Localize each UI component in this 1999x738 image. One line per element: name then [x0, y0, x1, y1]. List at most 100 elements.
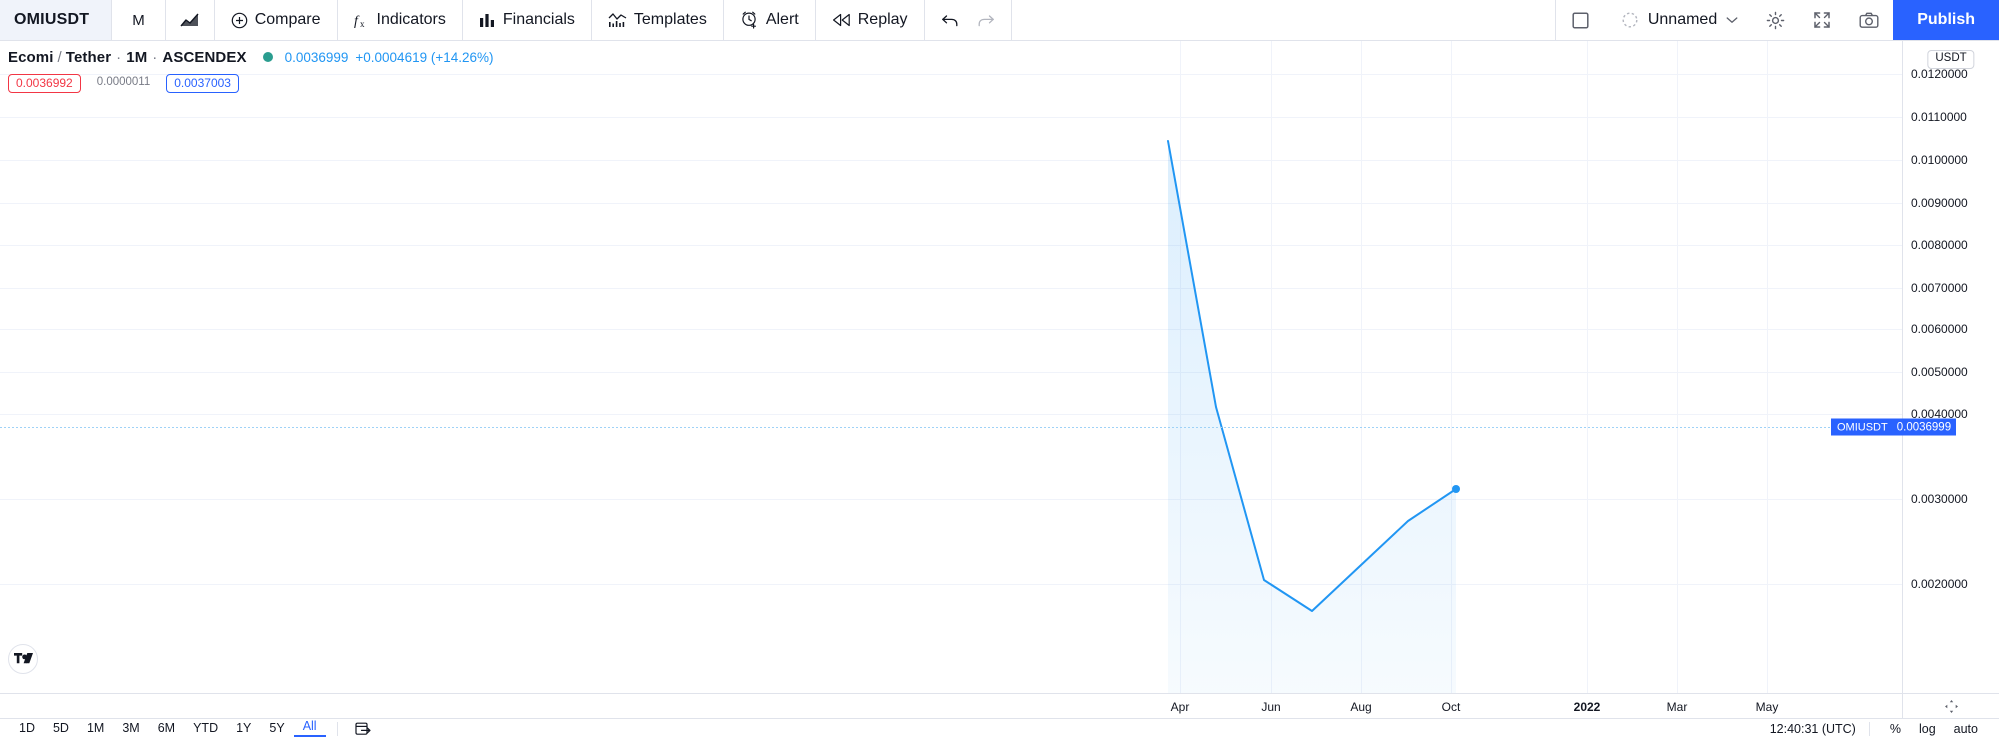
- current-price-value: 0.0036999: [1896, 421, 1952, 433]
- legend-exchange[interactable]: ASCENDEX: [162, 49, 246, 66]
- chart-legend: Ecomi / Tether · 1M · ASCENDEX 0.0036999…: [8, 47, 494, 93]
- chart-type-button[interactable]: [166, 0, 215, 40]
- legend-quote-row: 0.0036992 0.0000011 0.0037003: [8, 73, 494, 93]
- bottom-divider-2: [1868, 721, 1870, 736]
- time-tick: May: [1755, 700, 1779, 714]
- price-tick: 0.0060000: [1911, 322, 1968, 336]
- undo-redo-group: [925, 0, 1012, 40]
- financials-button[interactable]: Financials: [463, 0, 592, 40]
- price-tick: 0.0090000: [1911, 196, 1968, 210]
- layout-name-label: Unnamed: [1647, 11, 1718, 28]
- undo-arrow-icon[interactable]: [941, 13, 959, 28]
- snapshot-button[interactable]: [1845, 0, 1893, 40]
- replay-rewind-icon: [832, 13, 851, 27]
- range-button-6m[interactable]: 6M: [149, 722, 184, 735]
- ask-price-badge[interactable]: 0.0037003: [166, 73, 239, 93]
- alert-button[interactable]: Alert: [724, 0, 816, 40]
- legend-quote-symbol[interactable]: Tether: [66, 49, 111, 66]
- price-tick: 0.0080000: [1911, 238, 1968, 252]
- time-range-group: 1D 5D 1M 3M 6M YTD 1Y 5Y All: [0, 719, 377, 738]
- time-axis-settings-icon: [1944, 699, 1959, 714]
- plus-circle-icon: [231, 12, 248, 29]
- templates-label: Templates: [633, 11, 707, 28]
- bid-price-badge[interactable]: 0.0036992: [8, 73, 81, 93]
- gear-icon: [1766, 11, 1785, 30]
- legend-title-row: Ecomi / Tether · 1M · ASCENDEX 0.0036999…: [8, 47, 494, 67]
- publish-button[interactable]: Publish: [1893, 0, 1999, 40]
- indicators-button[interactable]: f x Indicators: [338, 0, 463, 40]
- price-area-chart: [0, 41, 1902, 693]
- bar-chart-icon: [479, 12, 496, 28]
- templates-button[interactable]: Templates: [592, 0, 724, 40]
- price-tick: 0.0050000: [1911, 365, 1968, 379]
- replay-button[interactable]: Replay: [816, 0, 925, 40]
- tradingview-chart-page: OMIUSDT M Compare f x Indicators Financi…: [0, 0, 1999, 738]
- bottom-bar-right-group: 12:40:31 (UTC) % log auto: [1770, 719, 1999, 738]
- toolbar-right-group: Unnamed Publish: [1554, 0, 1999, 40]
- unsaved-layout-icon: [1621, 11, 1639, 29]
- price-tick: 0.0100000: [1911, 153, 1968, 167]
- range-button-1d[interactable]: 1D: [10, 722, 44, 735]
- range-button-5d[interactable]: 5D: [44, 722, 78, 735]
- redo-arrow-icon[interactable]: [977, 13, 995, 28]
- last-price-marker: [1452, 485, 1460, 493]
- range-button-all[interactable]: All: [293, 720, 326, 737]
- go-to-date-icon[interactable]: [349, 721, 377, 736]
- price-tick: 0.0070000: [1911, 281, 1968, 295]
- range-button-3m[interactable]: 3M: [113, 722, 148, 735]
- legend-interval[interactable]: 1M: [126, 49, 147, 66]
- saved-layout-button[interactable]: Unnamed: [1605, 0, 1752, 40]
- range-button-5y[interactable]: 5Y: [260, 722, 293, 735]
- chart-canvas[interactable]: [0, 41, 1902, 693]
- legend-base-symbol[interactable]: Ecomi: [8, 49, 54, 66]
- horizontal-gridlines: [0, 74, 1902, 585]
- price-tick: 0.0020000: [1911, 577, 1968, 591]
- time-tick: Oct: [1441, 700, 1461, 714]
- bottom-divider-1: [336, 721, 338, 736]
- financials-label: Financials: [502, 11, 575, 28]
- time-axis-settings-button[interactable]: [1902, 693, 1999, 718]
- single-pane-layout-icon: [1572, 11, 1589, 29]
- log-scale-button[interactable]: log: [1910, 722, 1945, 736]
- legend-slash: /: [57, 48, 62, 66]
- publish-label: Publish: [1917, 11, 1975, 28]
- interval-button[interactable]: M: [112, 0, 166, 40]
- price-tick: 0.0030000: [1911, 492, 1968, 506]
- price-tick: 0.0120000: [1911, 67, 1968, 81]
- templates-icon: [608, 12, 627, 28]
- price-tick: 0.0110000: [1911, 110, 1967, 124]
- currency-chip[interactable]: USDT: [1927, 50, 1975, 69]
- time-tick: Apr: [1170, 700, 1190, 714]
- compare-button[interactable]: Compare: [215, 0, 338, 40]
- auto-scale-button[interactable]: auto: [1945, 722, 1987, 736]
- price-axis[interactable]: USDT 0.0120000 0.0110000 0.0100000 0.009000…: [1831, 41, 1999, 693]
- camera-icon: [1859, 12, 1879, 29]
- range-button-1m[interactable]: 1M: [78, 722, 113, 735]
- layout-select-button[interactable]: [1554, 0, 1605, 40]
- tradingview-logo-icon: [13, 652, 33, 666]
- time-tick: 2022: [1573, 700, 1601, 714]
- market-status-dot[interactable]: [262, 52, 273, 62]
- range-button-ytd[interactable]: YTD: [184, 722, 227, 735]
- indicators-label: Indicators: [376, 11, 446, 28]
- fullscreen-expand-icon: [1813, 11, 1831, 29]
- session-clock[interactable]: 12:40:31 (UTC): [1770, 722, 1858, 736]
- fullscreen-button[interactable]: [1799, 0, 1845, 40]
- chart-settings-button[interactable]: [1752, 0, 1799, 40]
- symbol-search-button[interactable]: OMIUSDT: [0, 0, 113, 40]
- range-button-1y[interactable]: 1Y: [227, 722, 260, 735]
- time-axis[interactable]: Apr Jun Aug Oct 2022 Mar May: [0, 693, 1902, 718]
- current-price-badge: OMIUSDT 0.0036999: [1831, 418, 1957, 436]
- percent-scale-button[interactable]: %: [1881, 722, 1910, 736]
- bottom-bar: 1D 5D 1M 3M 6M YTD 1Y 5Y All 12:40:31 (UTC) % lo…: [0, 718, 1999, 738]
- svg-text:x: x: [360, 19, 365, 29]
- legend-dot-1: ·: [116, 48, 122, 66]
- legend-dot-2: ·: [152, 48, 158, 66]
- alarm-clock-plus-icon: [740, 11, 759, 29]
- current-price-symbol: OMIUSDT: [1837, 421, 1888, 433]
- chevron-down-icon: [1726, 16, 1738, 24]
- tradingview-logo[interactable]: [8, 644, 38, 674]
- toolbar-left-group: OMIUSDT M Compare f x Indicators Financi…: [0, 0, 1012, 40]
- function-fx-icon: f x: [354, 12, 370, 29]
- time-tick: Jun: [1261, 700, 1281, 714]
